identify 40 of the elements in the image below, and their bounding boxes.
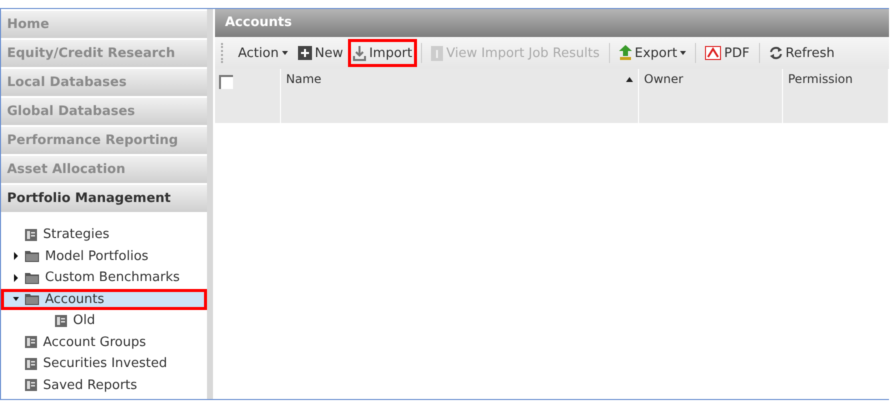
column-header[interactable]: Permission bbox=[783, 69, 889, 123]
list-icon bbox=[25, 336, 37, 348]
toolbar-button[interactable]: PDF bbox=[700, 39, 754, 67]
toolbar-button[interactable]: Export bbox=[614, 39, 692, 67]
caret-icon bbox=[282, 51, 288, 55]
list-icon bbox=[55, 314, 67, 327]
toolbar-button[interactable]: New bbox=[292, 39, 348, 67]
document-icon bbox=[431, 46, 444, 60]
folder-icon bbox=[25, 250, 39, 262]
checkbox[interactable] bbox=[219, 75, 233, 89]
plus-icon bbox=[298, 46, 312, 60]
column-header[interactable]: Owner bbox=[639, 69, 783, 123]
list-icon bbox=[25, 379, 37, 392]
sort-up-icon bbox=[626, 77, 633, 82]
list-icon bbox=[25, 228, 37, 241]
folder-icon bbox=[25, 272, 39, 284]
tree-item[interactable]: Account Groups bbox=[13, 332, 207, 353]
pdf-icon bbox=[705, 46, 722, 60]
toolbar-button[interactable]: Refresh bbox=[764, 39, 840, 67]
tree-item[interactable]: Saved Reports bbox=[13, 374, 207, 396]
caret-icon bbox=[680, 51, 686, 55]
tree-item[interactable]: Custom Benchmarks bbox=[13, 267, 207, 288]
expand-icon[interactable] bbox=[13, 274, 19, 282]
upload-icon bbox=[618, 45, 632, 61]
tree-item[interactable]: Strategies bbox=[13, 224, 207, 246]
expand-icon[interactable] bbox=[13, 252, 19, 260]
collapse-icon[interactable] bbox=[13, 295, 19, 304]
column-header[interactable]: Name bbox=[281, 69, 639, 123]
download-icon bbox=[353, 46, 366, 60]
tree-item[interactable]: Old bbox=[13, 310, 207, 332]
folder-icon bbox=[25, 293, 39, 306]
tree-item[interactable]: Securities Invested bbox=[13, 353, 207, 374]
refresh-icon bbox=[768, 46, 782, 60]
nav-item[interactable]: Portfolio Management bbox=[1, 185, 207, 212]
toolbar-button[interactable]: Import bbox=[348, 39, 418, 67]
toolbar-button[interactable]: Action bbox=[233, 39, 293, 67]
tree-item[interactable]: Accounts bbox=[1, 288, 207, 310]
tree-item[interactable]: Model Portfolios bbox=[13, 246, 207, 267]
panel-title: Accounts bbox=[215, 9, 889, 37]
list-icon bbox=[25, 358, 37, 370]
